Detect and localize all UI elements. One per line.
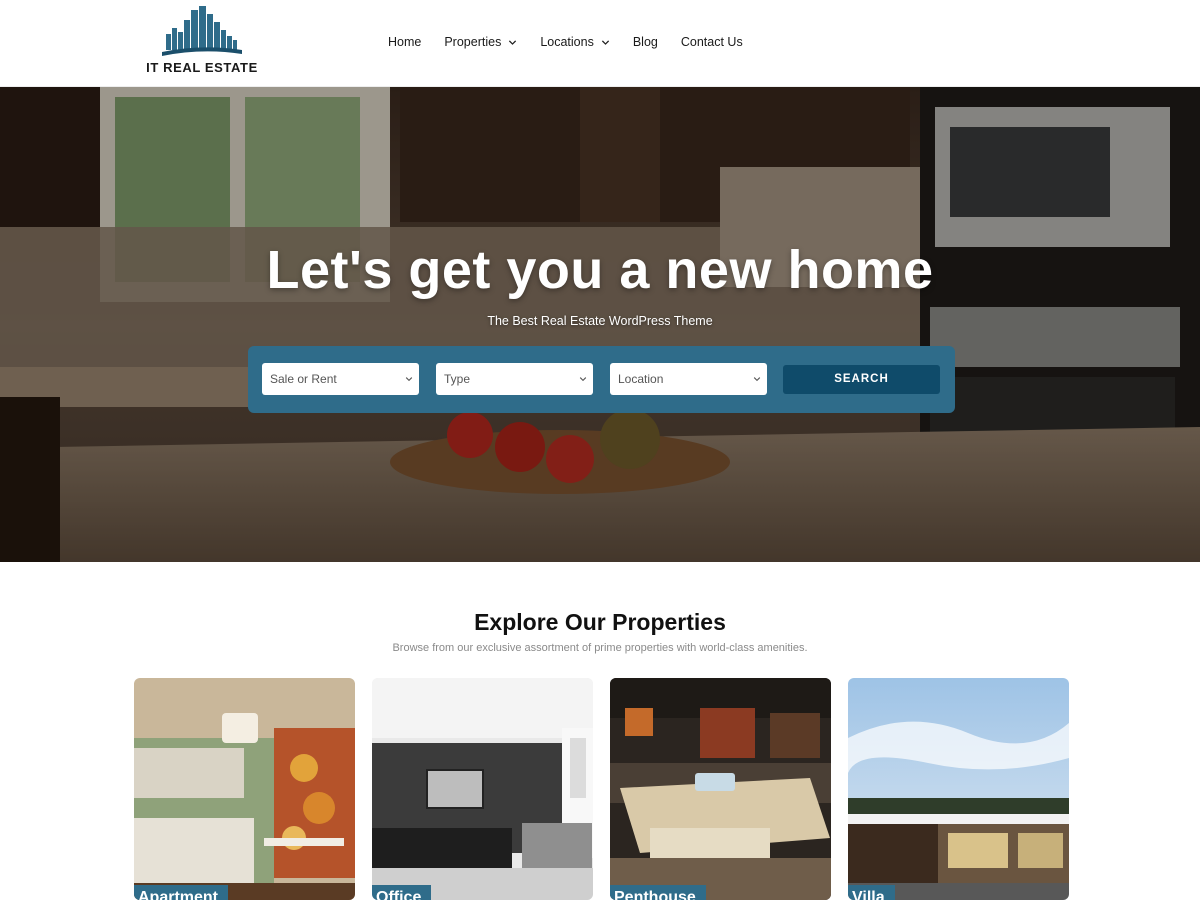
property-search-form: Sale or Rent Type Location SEARCH [248, 346, 955, 413]
hero-subtitle: The Best Real Estate WordPress Theme [487, 314, 713, 328]
nav-properties-label: Properties [444, 35, 502, 49]
nav-home-label: Home [388, 35, 422, 49]
property-card-label: Villa [848, 885, 895, 900]
location-value: Location [618, 372, 664, 386]
hero-section: Let's get you a new home The Best Real E… [0, 87, 1200, 562]
property-card-label: Penthouse [610, 885, 706, 900]
nav-properties[interactable]: Properties [444, 35, 517, 49]
search-button[interactable]: SEARCH [783, 365, 940, 394]
chevron-down-icon [579, 377, 587, 382]
brand-name: IT REAL ESTATE [146, 60, 258, 75]
property-card-label: Office [372, 885, 432, 900]
city-skyline-icon [162, 6, 242, 56]
nav-contact-label: Contact Us [680, 35, 743, 49]
explore-title: Explore Our Properties [474, 609, 726, 635]
type-select[interactable]: Type [436, 363, 593, 395]
chevron-down-icon [405, 377, 413, 382]
property-card-penthouse[interactable]: Penthouse [610, 678, 831, 900]
apartment-image [134, 678, 355, 900]
nav-blog-label: Blog [632, 35, 658, 49]
nav-home[interactable]: Home [388, 35, 421, 49]
nav-blog[interactable]: Blog [633, 35, 658, 49]
nav-locations-label: Locations [540, 35, 594, 49]
property-card-office[interactable]: Office [372, 678, 593, 900]
property-card-villa[interactable]: Villa [848, 678, 1069, 900]
site-logo[interactable]: IT REAL ESTATE [142, 6, 262, 78]
sale-or-rent-value: Sale or Rent [270, 372, 337, 386]
nav-contact[interactable]: Contact Us [681, 35, 743, 49]
location-select[interactable]: Location [610, 363, 767, 395]
explore-subtitle: Browse from our exclusive assortment of … [392, 642, 808, 654]
villa-image [848, 678, 1069, 900]
chevron-down-icon [753, 377, 761, 382]
property-card-label: Apartment [134, 885, 229, 900]
site-header: IT REAL ESTATE Home Properties Locations… [0, 0, 1200, 87]
property-card-apartment[interactable]: Apartment [134, 678, 355, 900]
hero-title: Let's get you a new home [266, 240, 934, 300]
main-nav: Home Properties Locations Blog Contact U… [388, 33, 766, 51]
nav-locations[interactable]: Locations [540, 35, 610, 49]
chevron-down-icon [601, 39, 609, 45]
office-image [372, 678, 593, 900]
sale-or-rent-select[interactable]: Sale or Rent [262, 363, 419, 395]
chevron-down-icon [509, 39, 517, 45]
penthouse-image [610, 678, 831, 900]
type-value: Type [444, 372, 471, 386]
